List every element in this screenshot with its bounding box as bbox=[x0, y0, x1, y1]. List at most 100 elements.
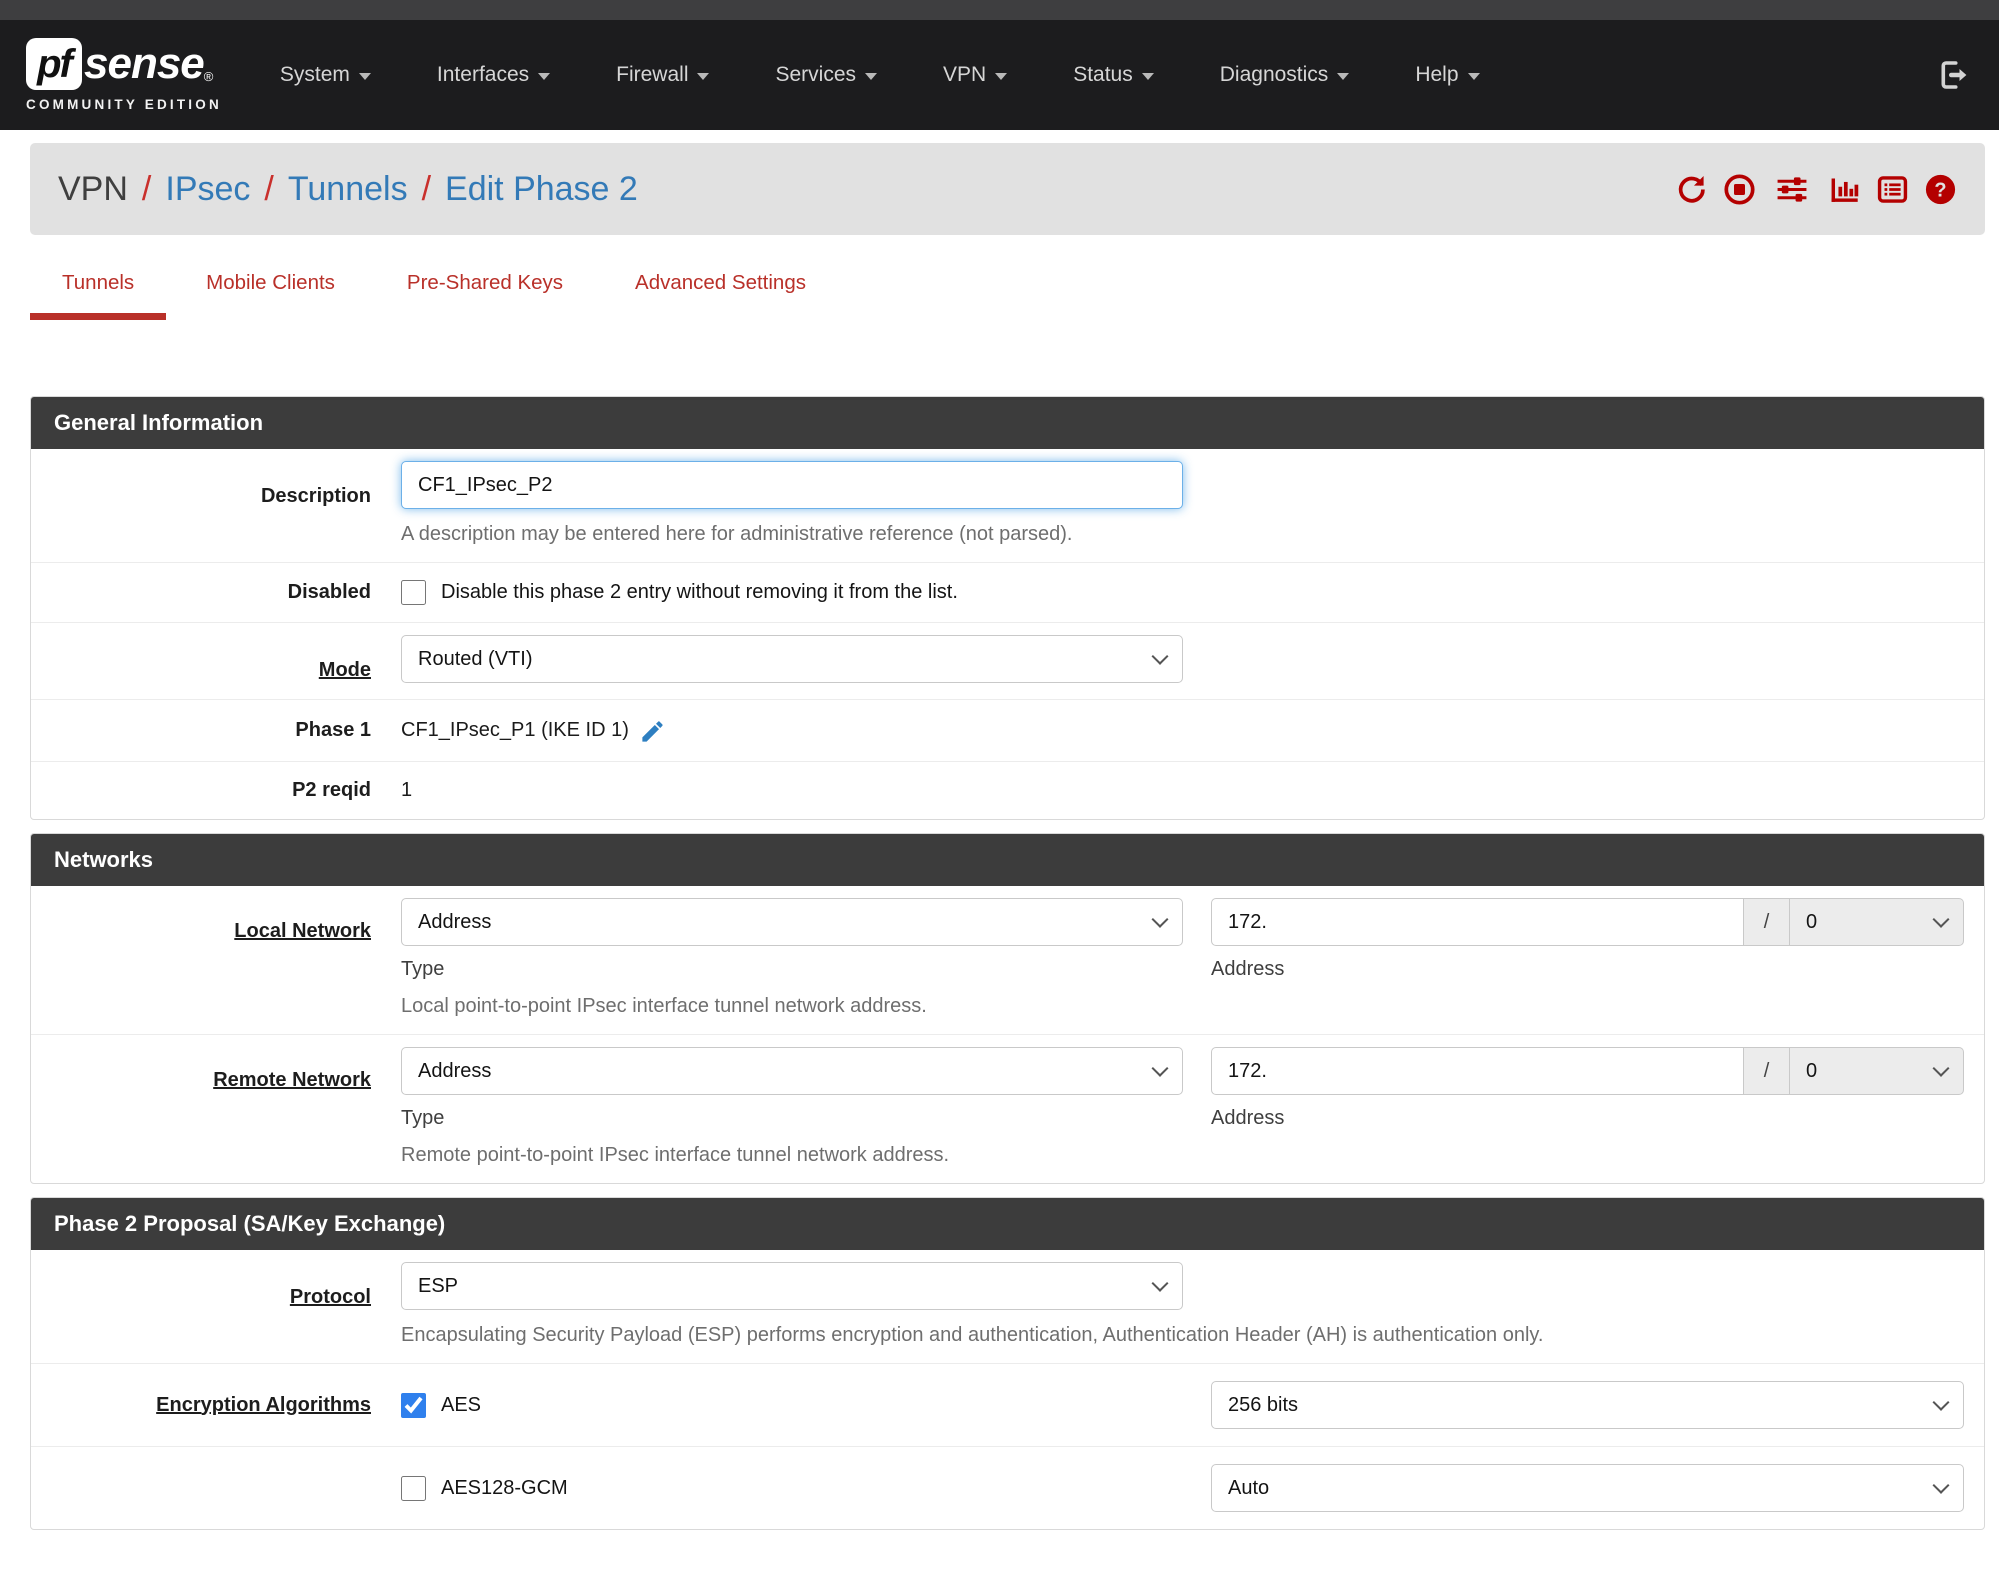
caret-down-icon bbox=[1337, 73, 1350, 80]
nav-item-system[interactable]: System bbox=[280, 63, 371, 87]
pf-logo-text: pf bbox=[37, 41, 73, 86]
remote-network-help: Remote point-to-point IPsec interface tu… bbox=[401, 1144, 950, 1166]
remote-network-control: Address Type / 0 bbox=[401, 1047, 1964, 1167]
encryption-aes-grid: AES 256 bits bbox=[401, 1381, 1964, 1429]
status-icon[interactable] bbox=[1828, 173, 1861, 206]
registered-mark: ® bbox=[203, 69, 214, 84]
aes128gcm-checkbox-group: AES128-GCM bbox=[401, 1464, 1211, 1512]
pfsense-logo[interactable]: pf sense ® COMMUNITY EDITION bbox=[26, 38, 222, 112]
nav-item-label: Services bbox=[775, 63, 857, 86]
pencil-icon[interactable] bbox=[639, 717, 666, 744]
mode-select-wrap: Routed (VTI) bbox=[401, 635, 1183, 683]
caret-down-icon bbox=[1141, 73, 1154, 80]
nav-item-diagnostics[interactable]: Diagnostics bbox=[1220, 63, 1350, 87]
form-row-disabled: Disabled Disable this phase 2 entry with… bbox=[31, 563, 1984, 623]
disabled-label: Disabled bbox=[287, 581, 371, 603]
panel-title-proposal: Phase 2 Proposal (SA/Key Exchange) bbox=[31, 1198, 1984, 1250]
form-row-protocol: Protocol ESP Encapsulating Security Payl… bbox=[31, 1250, 1984, 1364]
description-help: A description may be entered here for ad… bbox=[401, 523, 1073, 545]
aes-bits-select[interactable]: 256 bits bbox=[1211, 1381, 1964, 1429]
breadcrumb-edit-phase2[interactable]: Edit Phase 2 bbox=[445, 170, 638, 209]
breadcrumb-separator: / bbox=[264, 169, 274, 208]
panel-title-general: General Information bbox=[31, 397, 1984, 449]
panel-networks: Networks Local Network Address Type 172.… bbox=[30, 833, 1985, 1184]
form-row-p2reqid: P2 reqid 1 bbox=[31, 762, 1984, 819]
caret-down-icon bbox=[697, 73, 710, 80]
help-icon[interactable]: ? bbox=[1924, 173, 1957, 206]
panel-body-proposal: Protocol ESP Encapsulating Security Payl… bbox=[31, 1250, 1984, 1529]
protocol-select[interactable]: ESP bbox=[401, 1262, 1183, 1310]
aes-bits-select-wrap: 256 bits bbox=[1211, 1381, 1964, 1429]
caret-down-icon bbox=[995, 73, 1008, 80]
encryption-algorithms-label: Encryption Algorithms bbox=[156, 1393, 371, 1416]
phase1-value: CF1_IPsec_P1 (IKE ID 1) bbox=[401, 719, 629, 741]
form-row-encryption-aes128gcm: AES128-GCM Auto bbox=[31, 1447, 1984, 1529]
form-row-encryption-aes: Encryption Algorithms AES 256 bits bbox=[31, 1364, 1984, 1447]
window-title-strip bbox=[0, 0, 1999, 20]
service-restart-icon[interactable] bbox=[1675, 173, 1708, 206]
nav-item-status[interactable]: Status bbox=[1073, 63, 1154, 87]
breadcrumb-ipsec[interactable]: IPsec bbox=[165, 170, 250, 209]
breadcrumb: VPN / IPsec / Tunnels / Edit Phase 2 bbox=[58, 170, 638, 209]
breadcrumb-vpn: VPN bbox=[58, 169, 128, 208]
description-input[interactable] bbox=[401, 461, 1183, 509]
log-icon[interactable] bbox=[1876, 173, 1909, 206]
remote-address-input[interactable] bbox=[1211, 1047, 1744, 1095]
nav-item-help[interactable]: Help bbox=[1415, 63, 1480, 87]
description-label: Description bbox=[260, 485, 371, 507]
breadcrumb-tunnels[interactable]: Tunnels bbox=[288, 170, 408, 209]
nav-item-firewall[interactable]: Firewall bbox=[616, 63, 710, 87]
panel-title-networks: Networks bbox=[31, 834, 1984, 886]
caret-down-icon bbox=[358, 73, 371, 80]
aes-checkbox-group: AES bbox=[401, 1381, 1211, 1429]
tab-tunnels[interactable]: Tunnels bbox=[30, 271, 167, 320]
remote-address-sublabel: Address bbox=[1211, 1107, 1285, 1129]
sign-out-icon[interactable] bbox=[1937, 57, 1973, 93]
mode-label: Mode bbox=[318, 659, 371, 681]
page-action-icons: ? bbox=[1675, 173, 1957, 206]
remote-prefix-select[interactable]: 0 bbox=[1790, 1047, 1964, 1095]
local-address-input-group: / 0 bbox=[1211, 898, 1964, 946]
local-address-input[interactable] bbox=[1211, 898, 1744, 946]
aes128gcm-bits-select[interactable]: Auto bbox=[1211, 1464, 1964, 1512]
local-prefix-select-wrap: 0 bbox=[1790, 898, 1964, 946]
caret-down-icon bbox=[1467, 73, 1480, 80]
nav-item-vpn[interactable]: VPN bbox=[943, 63, 1008, 87]
nav-item-label: VPN bbox=[943, 63, 987, 86]
local-type-group: Address Type bbox=[401, 898, 1211, 981]
local-type-select-wrap: Address bbox=[401, 898, 1183, 946]
aes-checkbox[interactable] bbox=[401, 1392, 426, 1418]
aes128gcm-checkbox[interactable] bbox=[401, 1475, 426, 1501]
local-network-label: Local Network bbox=[234, 920, 371, 942]
local-network-help: Local point-to-point IPsec interface tun… bbox=[401, 995, 927, 1017]
breadcrumb-separator: / bbox=[421, 169, 432, 208]
nav-item-label: Help bbox=[1415, 63, 1459, 86]
disabled-control: Disable this phase 2 entry without remov… bbox=[401, 580, 1964, 605]
nav-item-interfaces[interactable]: Interfaces bbox=[437, 63, 551, 87]
form-row-phase1: Phase 1 CF1_IPsec_P1 (IKE ID 1) bbox=[31, 700, 1984, 762]
nav-menu: System Interfaces Firewall Services VPN … bbox=[280, 63, 1480, 87]
local-type-select[interactable]: Address bbox=[401, 898, 1183, 946]
breadcrumb-separator: / bbox=[141, 169, 152, 208]
tab-pre-shared-keys[interactable]: Pre-Shared Keys bbox=[375, 271, 595, 320]
remote-address-group: / 0 Address bbox=[1211, 1047, 1964, 1130]
local-network-grid: Address Type / 0 bbox=[401, 898, 1964, 981]
nav-item-services[interactable]: Services bbox=[775, 63, 878, 87]
remote-type-group: Address Type bbox=[401, 1047, 1211, 1130]
mode-select[interactable]: Routed (VTI) bbox=[401, 635, 1183, 683]
encryption-aes128gcm-control: AES128-GCM Auto bbox=[401, 1464, 1964, 1512]
remote-type-select[interactable]: Address bbox=[401, 1047, 1183, 1095]
description-control: A description may be entered here for ad… bbox=[401, 461, 1964, 546]
tab-advanced-settings[interactable]: Advanced Settings bbox=[603, 271, 838, 320]
pfsense-logo-row: pf sense ® bbox=[26, 38, 222, 90]
aes-checkbox-label: AES bbox=[441, 1393, 482, 1416]
local-prefix-select[interactable]: 0 bbox=[1790, 898, 1964, 946]
panel-body-general: Description A description may be entered… bbox=[31, 449, 1984, 819]
disabled-checkbox[interactable] bbox=[401, 580, 426, 605]
form-row-mode: Mode Routed (VTI) bbox=[31, 623, 1984, 700]
svg-text:?: ? bbox=[1934, 179, 1946, 201]
service-stop-icon[interactable] bbox=[1723, 173, 1756, 206]
tab-mobile-clients[interactable]: Mobile Clients bbox=[174, 271, 367, 320]
nav-item-label: Firewall bbox=[616, 63, 689, 86]
related-settings-icon[interactable] bbox=[1771, 173, 1813, 206]
